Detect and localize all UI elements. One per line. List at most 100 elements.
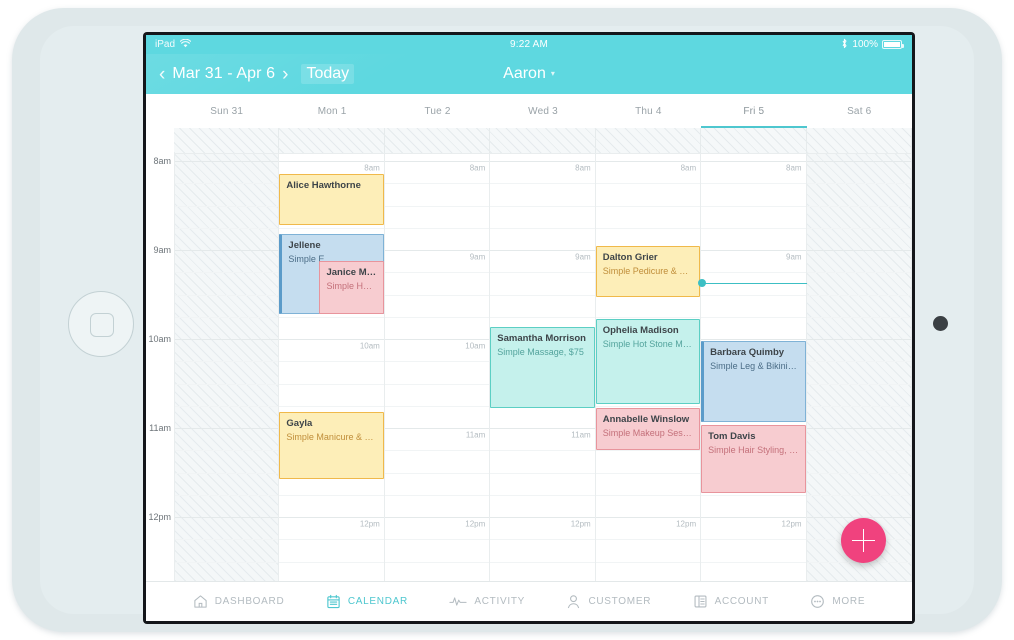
- quarter-hour-line: [806, 227, 911, 229]
- bluetooth-icon: [841, 38, 848, 52]
- all-day-cell[interactable]: [701, 128, 807, 153]
- column-hour-label: 11am: [465, 430, 486, 440]
- day-header-mon[interactable]: Mon 1: [279, 94, 384, 128]
- tab-dashboard-label: DASHBOARD: [214, 596, 285, 607]
- next-week-button[interactable]: ›: [275, 65, 295, 84]
- tab-account[interactable]: ACCOUNT: [693, 594, 769, 609]
- all-day-cell[interactable]: [174, 128, 280, 153]
- quarter-hour-line: [701, 205, 806, 207]
- tab-more-label: MORE: [832, 596, 866, 607]
- quarter-hour-line: [175, 272, 279, 274]
- pulse-icon: [449, 594, 468, 609]
- column-hour-label: 8am: [575, 163, 591, 173]
- day-column-tue-2[interactable]: 8am 9am 10am 11am 12pm: [384, 128, 491, 581]
- quarter-hour-line: [175, 472, 279, 474]
- hour-line: [175, 428, 279, 429]
- quarter-hour-line: [279, 383, 384, 385]
- event-service-description: Simple Pedicure & Polish,...: [602, 265, 693, 276]
- home-button-square-icon: [90, 313, 114, 337]
- calendar-event[interactable]: Ophelia Madison Simple Hot Stone Massage.…: [595, 319, 701, 404]
- quarter-hour-line: [490, 494, 595, 496]
- all-day-cell[interactable]: [596, 128, 702, 153]
- quarter-hour-line: [175, 361, 279, 363]
- calendar-event[interactable]: Alice Hawthorne: [279, 174, 384, 226]
- hour-line: [384, 250, 490, 251]
- quarter-hour-line: [384, 383, 490, 385]
- hour-line: [175, 339, 279, 340]
- quarter-hour-line: [595, 227, 701, 229]
- date-range-label: Mar 31 - Apr 6: [172, 65, 276, 82]
- quarter-hour-line: [701, 316, 806, 318]
- column-hour-label: 9am: [786, 252, 802, 262]
- quarter-hour-line: [595, 450, 701, 452]
- tab-more[interactable]: MORE: [810, 594, 865, 609]
- chevron-down-icon: ▾: [550, 69, 555, 78]
- event-customer-name: Dalton Grier: [602, 251, 658, 263]
- current-time-dot: [698, 278, 707, 287]
- quarter-hour-line: [175, 183, 279, 185]
- screen-bezel: iPad 9:22 AM 100% ‹ Mar 31 - Apr 6 › Tod…: [143, 32, 915, 624]
- quarter-hour-line: [595, 472, 701, 474]
- quarter-hour-line: [384, 294, 490, 296]
- day-header-tue[interactable]: Tue 2: [385, 94, 490, 128]
- column-hour-label: 9am: [469, 252, 486, 262]
- home-button[interactable]: [68, 291, 134, 357]
- calendar-event[interactable]: Janice Moody Simple Hair Styli...: [319, 260, 384, 315]
- column-hour-label: 8am: [364, 163, 380, 173]
- all-day-cell[interactable]: [807, 128, 912, 153]
- tab-dashboard[interactable]: DASHBOARD: [193, 594, 285, 609]
- calendar-event[interactable]: Tom Davis Simple Hair Styling, $65: [701, 425, 806, 493]
- previous-week-button[interactable]: ‹: [152, 65, 172, 84]
- hour-line: [595, 517, 701, 518]
- column-hour-label: 8am: [469, 163, 486, 173]
- all-day-strip: [174, 128, 912, 154]
- day-header-row: Sun 31 Mon 1 Tue 2 Wed 3 Thu 4 Fri 5 Sat…: [146, 94, 912, 128]
- column-hour-label: 12pm: [359, 519, 380, 529]
- day-column-sun-31[interactable]: [174, 128, 280, 581]
- status-bar-right: 100%: [841, 38, 904, 52]
- all-day-cell[interactable]: [490, 128, 596, 153]
- day-header-sun[interactable]: Sun 31: [174, 94, 279, 128]
- status-bar-clock: 9:22 AM: [509, 39, 549, 50]
- gutter-time-label: 9am: [153, 245, 171, 255]
- calendar-event[interactable]: Annabelle Winslow Simple Makeup Session, …: [595, 408, 701, 451]
- calendar-event[interactable]: Samantha Morrison Simple Massage, $75: [490, 327, 595, 408]
- battery-percent-label: 100%: [852, 39, 878, 50]
- tab-activity[interactable]: ACTIVITY: [449, 594, 525, 609]
- tab-calendar[interactable]: CALENDAR: [326, 594, 408, 609]
- quarter-hour-line: [701, 227, 806, 229]
- day-header-sat[interactable]: Sat 6: [807, 94, 912, 128]
- quarter-hour-line: [806, 272, 911, 274]
- day-header-thu[interactable]: Thu 4: [596, 94, 701, 128]
- calendar-event[interactable]: Dalton Grier Simple Pedicure & Polish,...: [595, 245, 701, 298]
- event-service-description: Simple Massage, $75: [497, 347, 584, 358]
- time-gutter: 8am 9am 10am 11am 12pm: [146, 128, 174, 581]
- all-day-cell[interactable]: [279, 128, 385, 153]
- event-customer-name: Ophelia Madison: [602, 325, 679, 337]
- add-appointment-button[interactable]: [841, 518, 886, 563]
- quarter-hour-line: [175, 561, 279, 563]
- quarter-hour-line: [175, 494, 279, 496]
- day-header-wed[interactable]: Wed 3: [490, 94, 595, 128]
- event-service-description: Simple Makeup Session, $45: [602, 428, 693, 439]
- calendar-grid-body[interactable]: 8am 9am 10am 11am 12pm 8am 9am 10am 11am 12pm 8am 9…: [146, 128, 912, 581]
- quarter-hour-line: [175, 539, 279, 541]
- quarter-hour-line: [490, 227, 595, 229]
- quarter-hour-line: [384, 183, 490, 185]
- quarter-hour-line: [279, 227, 384, 229]
- hour-line: [701, 517, 806, 518]
- day-header-fri[interactable]: Fri 5: [701, 94, 807, 128]
- hour-line: [806, 428, 911, 429]
- quarter-hour-line: [279, 316, 384, 318]
- day-column-sat-6[interactable]: [806, 128, 912, 581]
- quarter-hour-line: [384, 405, 490, 407]
- today-button[interactable]: Today: [301, 64, 355, 84]
- calendar-nav-bar: ‹ Mar 31 - Apr 6 › Today Aaron ▾: [146, 54, 912, 94]
- all-day-cell[interactable]: [385, 128, 491, 153]
- quarter-hour-line: [175, 294, 279, 296]
- tab-customer[interactable]: CUSTOMER: [566, 594, 651, 609]
- quarter-hour-line: [279, 494, 384, 496]
- calendar-event[interactable]: Barbara Quimby Simple Leg & Bikini Wax, $…: [701, 340, 806, 422]
- calendar-event[interactable]: Gayla Simple Manicure & Polish,...: [279, 411, 384, 479]
- quarter-hour-line: [595, 494, 701, 496]
